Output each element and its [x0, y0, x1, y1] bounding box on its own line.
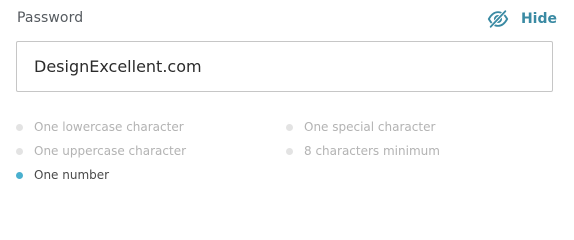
password-label: Password: [17, 10, 84, 26]
hide-label: Hide: [520, 11, 557, 27]
requirement-label: One number: [34, 168, 110, 182]
requirement-status-dot: [16, 147, 23, 155]
password-input[interactable]: [16, 41, 553, 92]
eye-slash-icon: [487, 9, 509, 29]
requirement-label: 8 characters minimum: [304, 144, 440, 158]
requirement-uppercase: One uppercase character: [16, 144, 186, 158]
requirement-label: One special character: [304, 120, 436, 134]
requirement-status-dot: [286, 147, 293, 155]
requirement-min-length: 8 characters minimum: [286, 144, 440, 158]
hide-password-toggle[interactable]: Hide: [487, 9, 557, 29]
requirement-status-dot: [16, 171, 23, 179]
requirement-special: One special character: [286, 120, 435, 134]
requirement-status-dot: [16, 123, 23, 131]
requirement-label: One uppercase character: [34, 144, 187, 158]
requirement-label: One lowercase character: [34, 120, 184, 134]
requirement-lowercase: One lowercase character: [16, 120, 184, 134]
requirement-number: One number: [16, 168, 109, 182]
password-field-widget: Password Hide One lowercase character On…: [0, 0, 574, 207]
requirement-status-dot: [286, 123, 293, 131]
